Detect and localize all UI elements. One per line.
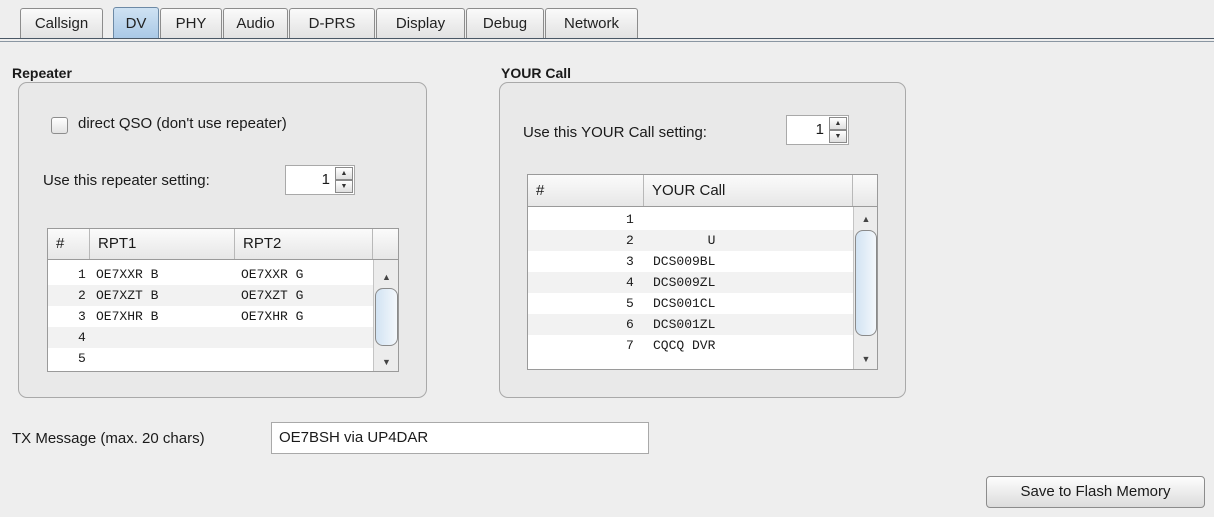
- cell-number: 2: [78, 288, 86, 303]
- cell-your-call: CQCQ DVR: [653, 338, 716, 353]
- column-header-number[interactable]: #: [48, 229, 90, 259]
- scroll-up-icon[interactable]: ▲: [854, 212, 877, 226]
- table-row[interactable]: 4: [48, 327, 373, 348]
- cell-rpt2: OE7XHR G: [241, 309, 304, 324]
- table-row[interactable]: 3 OE7XHR B OE7XHR G: [48, 306, 373, 327]
- table-row[interactable]: 1: [528, 209, 853, 230]
- cell-number: 2: [626, 233, 634, 248]
- column-header-rpt2[interactable]: RPT2: [235, 229, 373, 259]
- cell-number: 5: [626, 296, 634, 311]
- scroll-down-icon[interactable]: ▼: [854, 352, 877, 366]
- scroll-down-icon[interactable]: ▼: [374, 355, 398, 369]
- cell-your-call: U: [653, 233, 716, 248]
- scrollbar-thumb[interactable]: [375, 288, 398, 346]
- table-row[interactable]: 4 DCS009ZL: [528, 272, 853, 293]
- repeater-table-scrollbar[interactable]: ▲ ▼: [373, 260, 398, 371]
- table-row[interactable]: 1 OE7XXR B OE7XXR G: [48, 264, 373, 285]
- cell-your-call: DCS001CL: [653, 296, 716, 311]
- tab-phy[interactable]: PHY: [160, 8, 222, 38]
- repeater-table-body: 1 OE7XXR B OE7XXR G 2 OE7XZT B OE7XZT G …: [48, 260, 398, 371]
- repeater-table: # RPT1 RPT2 1 OE7XXR B OE7XXR G 2 OE7XZT…: [47, 228, 399, 372]
- cell-rpt2: OE7XXR G: [241, 267, 304, 282]
- arrow-up-icon[interactable]: ▲: [829, 117, 847, 130]
- cell-number: 6: [626, 317, 634, 332]
- tx-message-label: TX Message (max. 20 chars): [12, 430, 205, 447]
- repeater-setting-label: Use this repeater setting:: [43, 172, 210, 189]
- cell-number: 7: [626, 338, 634, 353]
- cell-number: 3: [626, 254, 634, 269]
- table-row[interactable]: 7 CQCQ DVR: [528, 335, 853, 356]
- cell-rpt1: OE7XHR B: [96, 309, 159, 324]
- your-call-table: # YOUR Call 1 2 U 3 DCS009BL 4 DCS009ZL …: [527, 174, 878, 370]
- cell-number: 3: [78, 309, 86, 324]
- table-row[interactable]: 5: [48, 348, 373, 369]
- tab-callsign[interactable]: Callsign: [20, 8, 103, 38]
- tab-network[interactable]: Network: [545, 8, 638, 38]
- cell-number: 5: [78, 351, 86, 366]
- your-call-setting-spinner[interactable]: 1 ▲ ▼: [786, 115, 849, 145]
- your-call-setting-value[interactable]: 1: [816, 116, 824, 144]
- cell-rpt1: OE7XXR B: [96, 267, 159, 282]
- tab-audio[interactable]: Audio: [223, 8, 288, 38]
- tab-display[interactable]: Display: [376, 8, 465, 38]
- your-call-table-header: # YOUR Call: [528, 175, 877, 207]
- arrow-up-icon[interactable]: ▲: [335, 167, 353, 180]
- arrow-down-icon[interactable]: ▼: [829, 130, 847, 143]
- cell-number: 1: [78, 267, 86, 282]
- table-row[interactable]: 3 DCS009BL: [528, 251, 853, 272]
- save-to-flash-button[interactable]: Save to Flash Memory: [986, 476, 1205, 508]
- tab-bar: Callsign DV PHY Audio D-PRS Display Debu…: [0, 0, 1214, 42]
- table-row[interactable]: 2 U: [528, 230, 853, 251]
- scroll-up-icon[interactable]: ▲: [374, 270, 398, 284]
- tab-dv[interactable]: DV: [113, 7, 159, 39]
- your-call-table-body: 1 2 U 3 DCS009BL 4 DCS009ZL 5 DCS001CL 6…: [528, 207, 877, 369]
- cell-rpt2: OE7XZT G: [241, 288, 304, 303]
- tab-d-prs[interactable]: D-PRS: [289, 8, 375, 38]
- tab-bar-divider-shadow: [0, 41, 1214, 42]
- column-header-rpt1[interactable]: RPT1: [90, 229, 235, 259]
- table-row[interactable]: 2 OE7XZT B OE7XZT G: [48, 285, 373, 306]
- cell-number: 1: [626, 212, 634, 227]
- tx-message-input[interactable]: OE7BSH via UP4DAR: [271, 422, 649, 454]
- repeater-section-title: Repeater: [12, 65, 72, 81]
- cell-your-call: DCS009BL: [653, 254, 716, 269]
- cell-number: 4: [78, 330, 86, 345]
- table-row[interactable]: 5 DCS001CL: [528, 293, 853, 314]
- your-call-table-scrollbar[interactable]: ▲ ▼: [853, 207, 877, 369]
- table-row[interactable]: 6 DCS001ZL: [528, 314, 853, 335]
- repeater-table-header: # RPT1 RPT2: [48, 229, 398, 260]
- your-call-setting-label: Use this YOUR Call setting:: [523, 124, 707, 141]
- tab-debug[interactable]: Debug: [466, 8, 544, 38]
- tab-bar-divider: [0, 38, 1214, 39]
- arrow-down-icon[interactable]: ▼: [335, 180, 353, 193]
- direct-qso-checkbox[interactable]: [51, 117, 68, 134]
- column-header-your-call[interactable]: YOUR Call: [644, 175, 853, 206]
- cell-your-call: DCS009ZL: [653, 275, 716, 290]
- cell-your-call: DCS001ZL: [653, 317, 716, 332]
- cell-number: 4: [626, 275, 634, 290]
- scrollbar-thumb[interactable]: [855, 230, 877, 336]
- your-call-section-title: YOUR Call: [501, 65, 572, 81]
- repeater-setting-value[interactable]: 1: [322, 166, 330, 194]
- cell-rpt1: OE7XZT B: [96, 288, 159, 303]
- column-header-number[interactable]: #: [528, 175, 644, 206]
- repeater-setting-spinner[interactable]: 1 ▲ ▼: [285, 165, 355, 195]
- direct-qso-label[interactable]: direct QSO (don't use repeater): [78, 115, 287, 132]
